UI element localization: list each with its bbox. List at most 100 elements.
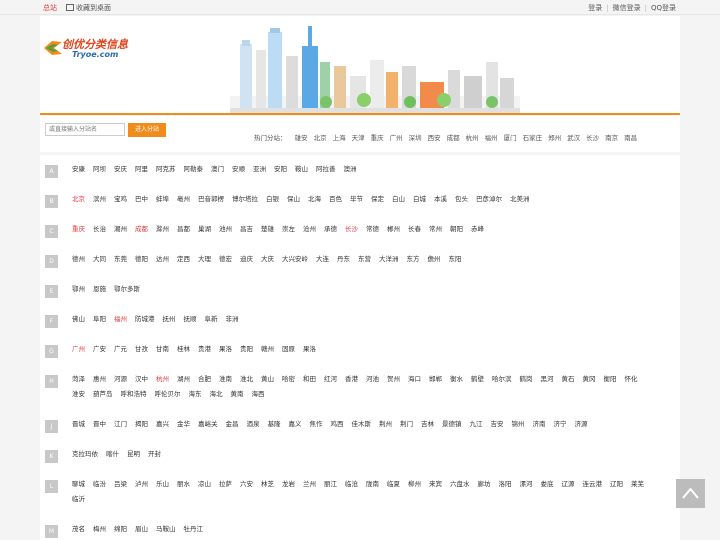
city-link[interactable]: 黑河 bbox=[541, 372, 554, 387]
city-link[interactable]: 阿坝 bbox=[93, 162, 106, 177]
site-logo[interactable]: 创优分类信息 Tryoe.com bbox=[42, 34, 138, 74]
city-link[interactable]: 保定 bbox=[371, 192, 384, 207]
city-link[interactable]: 抚顺 bbox=[184, 312, 197, 327]
city-link[interactable]: 定西 bbox=[177, 252, 190, 267]
hot-city-link[interactable]: 南昌 bbox=[624, 134, 637, 142]
city-link[interactable]: 阿克苏 bbox=[156, 162, 176, 177]
city-link[interactable]: 陇南 bbox=[366, 477, 379, 492]
city-link[interactable]: 香港 bbox=[345, 372, 358, 387]
city-link[interactable]: 成都 bbox=[135, 222, 148, 237]
hot-city-link[interactable]: 福州 bbox=[485, 134, 498, 142]
city-link[interactable]: 荆门 bbox=[400, 417, 413, 432]
city-link[interactable]: 荆州 bbox=[379, 417, 392, 432]
city-link[interactable]: 杭州 bbox=[156, 372, 169, 387]
city-link[interactable]: 合肥 bbox=[198, 372, 211, 387]
city-link[interactable]: 阿里 bbox=[135, 162, 148, 177]
hot-city-link[interactable]: 雄安 bbox=[295, 134, 308, 142]
city-link[interactable]: 景德镇 bbox=[442, 417, 462, 432]
city-link[interactable]: 阿拉善 bbox=[316, 162, 336, 177]
city-link[interactable]: 龙岩 bbox=[282, 477, 295, 492]
city-link[interactable]: 保山 bbox=[287, 192, 300, 207]
hot-city-link[interactable]: 长沙 bbox=[586, 134, 599, 142]
city-link[interactable]: 眉山 bbox=[135, 522, 148, 537]
city-link[interactable]: 海东 bbox=[189, 387, 202, 402]
city-link[interactable]: 凉山 bbox=[198, 477, 211, 492]
city-link[interactable]: 六盘水 bbox=[450, 477, 470, 492]
city-link[interactable]: 锦州 bbox=[512, 417, 525, 432]
city-link[interactable]: 九江 bbox=[470, 417, 483, 432]
city-link[interactable]: 开封 bbox=[148, 447, 161, 462]
hot-city-link[interactable]: 武汉 bbox=[567, 134, 580, 142]
city-link[interactable]: 林芝 bbox=[261, 477, 274, 492]
city-link[interactable]: 菏泽 bbox=[72, 372, 85, 387]
city-link[interactable]: 北美洲 bbox=[510, 192, 530, 207]
city-link[interactable]: 酒泉 bbox=[247, 417, 260, 432]
city-link[interactable]: 揭阳 bbox=[135, 417, 148, 432]
city-link[interactable]: 金昌 bbox=[226, 417, 239, 432]
city-link[interactable]: 贺州 bbox=[387, 372, 400, 387]
enter-branch-button[interactable]: 进入分站 bbox=[128, 123, 166, 137]
city-link[interactable]: 吕梁 bbox=[114, 477, 127, 492]
city-link[interactable]: 达州 bbox=[156, 252, 169, 267]
city-link[interactable]: 丽水 bbox=[177, 477, 190, 492]
city-link[interactable]: 克拉玛依 bbox=[72, 447, 98, 462]
city-link[interactable]: 吉林 bbox=[421, 417, 434, 432]
city-link[interactable]: 亚洲 bbox=[253, 162, 266, 177]
city-link[interactable]: 包头 bbox=[455, 192, 468, 207]
city-link[interactable]: 济源 bbox=[575, 417, 588, 432]
hot-city-link[interactable]: 西安 bbox=[428, 134, 441, 142]
back-to-top-button[interactable] bbox=[676, 479, 705, 508]
city-link[interactable]: 防城港 bbox=[135, 312, 155, 327]
city-link[interactable]: 嘉兴 bbox=[156, 417, 169, 432]
city-link[interactable]: 阜新 bbox=[205, 312, 218, 327]
city-link[interactable]: 昌都 bbox=[177, 222, 190, 237]
city-link[interactable]: 果洛 bbox=[219, 342, 232, 357]
city-link[interactable]: 宝鸡 bbox=[114, 192, 127, 207]
city-link[interactable]: 赣州 bbox=[261, 342, 274, 357]
city-link[interactable]: 潮州 bbox=[114, 222, 127, 237]
city-link[interactable]: 赤峰 bbox=[471, 222, 484, 237]
city-link[interactable]: 阜阳 bbox=[93, 312, 106, 327]
city-link[interactable]: 安顺 bbox=[232, 162, 245, 177]
hot-city-link[interactable]: 成都 bbox=[447, 134, 460, 142]
city-link[interactable]: 泸州 bbox=[135, 477, 148, 492]
city-link[interactable]: 海西 bbox=[252, 387, 265, 402]
city-link[interactable]: 丽江 bbox=[324, 477, 337, 492]
city-link[interactable]: 百色 bbox=[329, 192, 342, 207]
city-link[interactable]: 马鞍山 bbox=[156, 522, 176, 537]
city-link[interactable]: 晋中 bbox=[93, 417, 106, 432]
city-link[interactable]: 红河 bbox=[324, 372, 337, 387]
city-link[interactable]: 吉安 bbox=[491, 417, 504, 432]
city-link[interactable]: 长治 bbox=[93, 222, 106, 237]
hot-city-link[interactable]: 深圳 bbox=[409, 134, 422, 142]
city-link[interactable]: 安康 bbox=[72, 162, 85, 177]
city-link[interactable]: 喀什 bbox=[106, 447, 119, 462]
hot-city-link[interactable]: 北京 bbox=[314, 134, 327, 142]
city-link[interactable]: 东方 bbox=[407, 252, 420, 267]
city-link[interactable]: 抚州 bbox=[163, 312, 176, 327]
city-link[interactable]: 迪庆 bbox=[240, 252, 253, 267]
city-link[interactable]: 大理 bbox=[198, 252, 211, 267]
city-link[interactable]: 海北 bbox=[210, 387, 223, 402]
city-link[interactable]: 淮北 bbox=[240, 372, 253, 387]
city-link[interactable]: 晋城 bbox=[72, 417, 85, 432]
city-link[interactable]: 白城 bbox=[413, 192, 426, 207]
city-link[interactable]: 六安 bbox=[240, 477, 253, 492]
city-link[interactable]: 黄石 bbox=[562, 372, 575, 387]
city-link[interactable]: 嘉峪关 bbox=[198, 417, 218, 432]
city-link[interactable]: 梅州 bbox=[93, 522, 106, 537]
city-link[interactable]: 大同 bbox=[93, 252, 106, 267]
city-link[interactable]: 鸡西 bbox=[331, 417, 344, 432]
city-link[interactable]: 蚌埠 bbox=[156, 192, 169, 207]
city-link[interactable]: 湖州 bbox=[177, 372, 190, 387]
city-link[interactable]: 淮安 bbox=[72, 387, 85, 402]
city-link[interactable]: 拉萨 bbox=[219, 477, 232, 492]
city-link[interactable]: 黄南 bbox=[231, 387, 244, 402]
city-link[interactable]: 葫芦岛 bbox=[93, 387, 113, 402]
city-link[interactable]: 常德 bbox=[366, 222, 379, 237]
city-link[interactable]: 昆明 bbox=[127, 447, 140, 462]
city-link[interactable]: 承德 bbox=[324, 222, 337, 237]
branch-search-input[interactable] bbox=[45, 123, 125, 136]
city-link[interactable]: 鄂州 bbox=[72, 282, 85, 297]
city-link[interactable]: 安庆 bbox=[114, 162, 127, 177]
